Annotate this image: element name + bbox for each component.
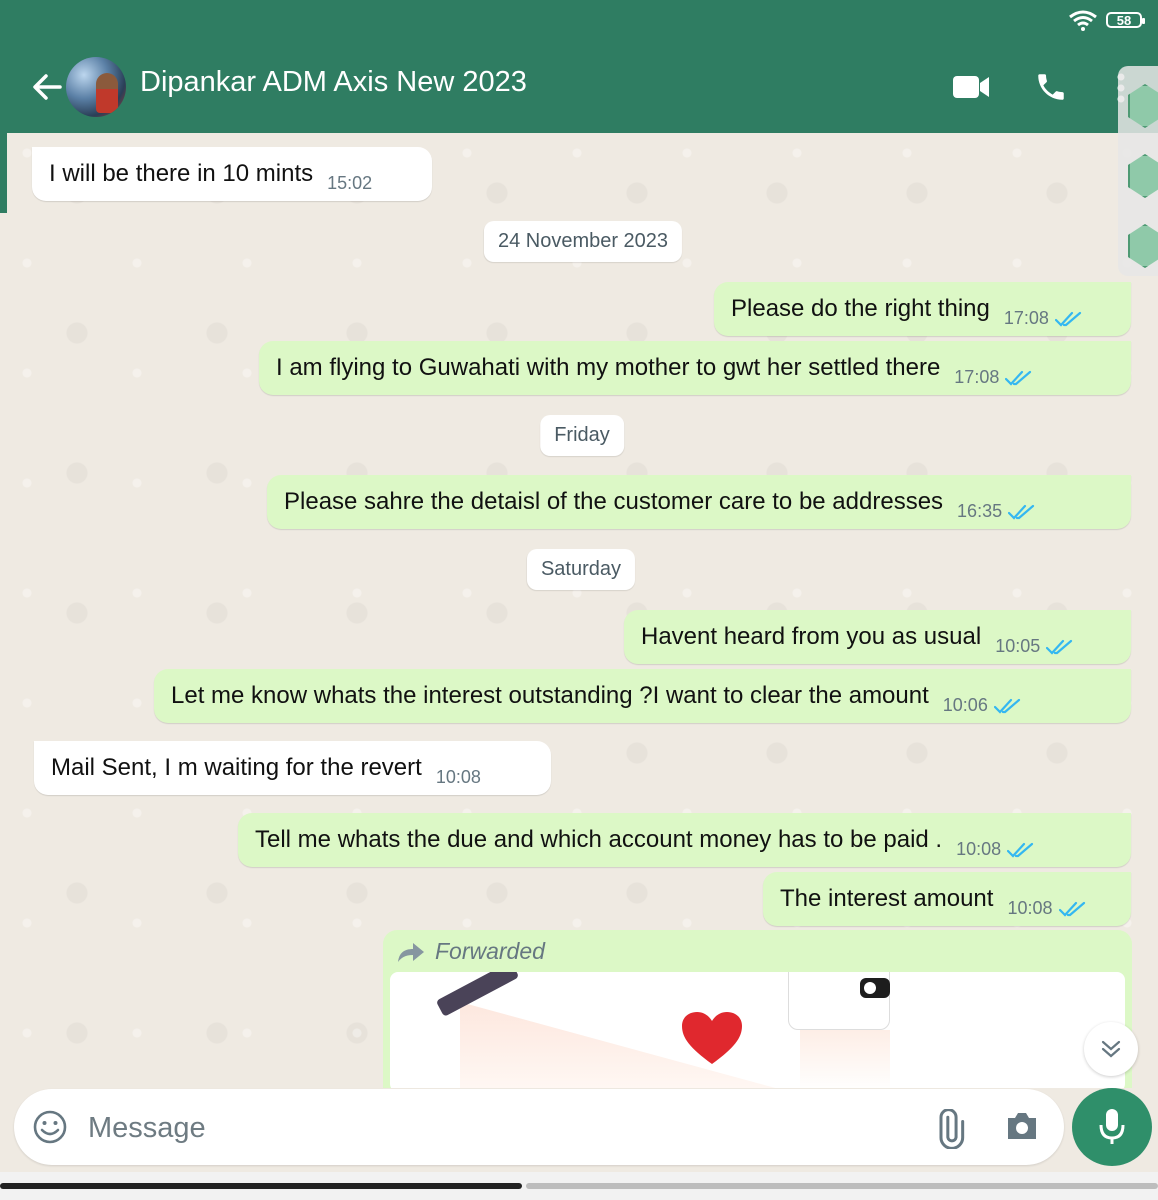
read-ticks-icon <box>1054 311 1081 327</box>
date-chip: Saturday <box>526 549 636 590</box>
toggle-graphic <box>860 978 890 998</box>
message-text: Havent heard from you as usual <box>641 623 982 650</box>
message-time: 10:08 <box>435 767 481 787</box>
message-text: Tell me whats the due and which account … <box>255 826 943 853</box>
date-chip: Friday <box>540 415 624 456</box>
chat-area[interactable]: I will be there in 10 mints 15:02 24 Nove… <box>7 133 1158 1088</box>
message-text: Please sahre the detaisl of the customer… <box>284 488 944 515</box>
message-bubble-outgoing[interactable]: Please do the right thing 17:08 <box>714 282 1131 336</box>
date-chip: 24 November 2023 <box>483 221 683 262</box>
chat-header: 58 Dipankar ADM Axis New 2023 <box>0 0 1158 133</box>
progress-track <box>526 1183 1158 1189</box>
message-time: 10:06 <box>942 695 988 715</box>
forwarded-label: Forwarded <box>397 938 545 965</box>
contact-avatar[interactable] <box>66 57 126 117</box>
back-arrow-icon[interactable] <box>30 70 64 104</box>
video-call-icon[interactable] <box>952 74 990 100</box>
progress-bar <box>0 1183 522 1189</box>
read-ticks-icon <box>1005 370 1032 386</box>
camera-icon[interactable] <box>1004 1109 1040 1143</box>
forward-arrow-icon <box>398 942 424 962</box>
message-text: Please do the right thing <box>731 295 990 322</box>
message-time: 10:08 <box>1007 898 1053 918</box>
forwarded-image-message[interactable]: Forwarded <box>383 930 1132 1088</box>
message-time: 17:08 <box>1003 308 1049 328</box>
battery-indicator: 58 <box>1106 12 1145 28</box>
message-bubble-outgoing[interactable]: Please sahre the detaisl of the customer… <box>267 475 1131 529</box>
microphone-icon <box>1099 1109 1125 1144</box>
message-bubble-outgoing[interactable]: Havent heard from you as usual 10:05 <box>624 610 1131 664</box>
message-time: 15:02 <box>327 173 373 193</box>
message-time: 16:35 <box>957 501 1003 521</box>
read-ticks-icon <box>1058 901 1085 917</box>
read-ticks-icon <box>1007 842 1034 858</box>
double-chevron-down-icon <box>1101 1040 1121 1058</box>
message-time: 10:05 <box>995 636 1041 656</box>
read-ticks-icon <box>993 698 1020 714</box>
contact-name[interactable]: Dipankar ADM Axis New 2023 <box>140 66 527 99</box>
wifi-icon <box>1069 10 1097 31</box>
message-bubble-outgoing[interactable]: Let me know whats the interest outstandi… <box>154 669 1131 723</box>
scroll-to-bottom-button[interactable] <box>1084 1022 1138 1076</box>
read-ticks-icon <box>1046 639 1073 655</box>
message-text: Mail Sent, I m waiting for the revert <box>51 754 422 781</box>
message-bubble-outgoing[interactable]: I am flying to Guwahati with my mother t… <box>259 341 1131 395</box>
message-bubble-incoming[interactable]: I will be there in 10 mints 15:02 <box>32 147 432 201</box>
forwarded-image-preview[interactable] <box>390 972 1125 1088</box>
status-bar: 58 <box>1068 8 1145 32</box>
message-bubble-outgoing[interactable]: Tell me whats the due and which account … <box>238 813 1131 867</box>
message-text: I am flying to Guwahati with my mother t… <box>276 354 941 381</box>
message-bubble-outgoing[interactable]: The interest amount 10:08 <box>763 872 1131 926</box>
header-edge <box>0 133 7 213</box>
message-bubble-incoming[interactable]: Mail Sent, I m waiting for the revert 10:… <box>34 741 551 795</box>
heart-icon <box>682 1012 742 1064</box>
message-text: The interest amount <box>780 885 994 912</box>
voice-call-icon[interactable] <box>1034 70 1068 104</box>
read-ticks-icon <box>1008 504 1035 520</box>
message-input[interactable] <box>86 1103 890 1153</box>
voice-message-button[interactable] <box>1072 1088 1152 1166</box>
message-text: Let me know whats the interest outstandi… <box>171 682 929 709</box>
message-time: 10:08 <box>956 839 1002 859</box>
message-time: 17:08 <box>954 367 1000 387</box>
floating-side-panel[interactable] <box>1118 66 1158 276</box>
attach-icon[interactable] <box>929 1109 969 1149</box>
message-text: I will be there in 10 mints <box>49 160 314 187</box>
message-composer <box>14 1089 1064 1165</box>
navigation-bar <box>0 1172 1158 1200</box>
emoji-icon[interactable] <box>32 1109 68 1145</box>
